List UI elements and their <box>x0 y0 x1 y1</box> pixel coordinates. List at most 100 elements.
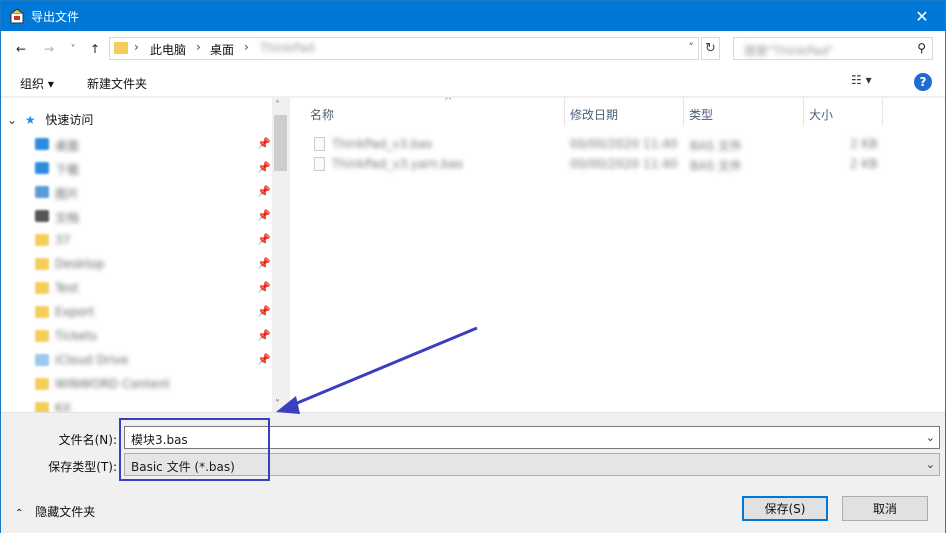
forward-button[interactable]: → <box>39 39 59 59</box>
chevron-down-icon[interactable]: ⌄ <box>926 458 935 471</box>
folder-icon <box>35 258 49 270</box>
tree-item[interactable]: iCloud Drive 📌 <box>35 352 275 370</box>
pin-icon[interactable]: 📌 <box>257 137 271 150</box>
file-icon <box>314 157 325 171</box>
tree-item[interactable]: WINWORD Content <box>35 376 275 394</box>
folder-icon <box>35 330 49 342</box>
tree-item[interactable]: 下载 📌 <box>35 160 275 178</box>
file-name: ThinkPad_v3.yarn.bas <box>332 157 463 171</box>
pin-icon[interactable]: 📌 <box>257 185 271 198</box>
folder-icon <box>35 234 49 246</box>
tree-item[interactable]: 桌面 📌 <box>35 136 275 154</box>
column-header-name[interactable]: 名称 ^ <box>304 98 565 126</box>
change-view-button[interactable]: ☷ ▾ <box>851 73 891 91</box>
refresh-button[interactable]: ↻ <box>701 37 720 60</box>
column-header-label: 名称 <box>310 108 335 122</box>
pin-icon[interactable]: 📌 <box>257 353 271 366</box>
navigation-bar: ← → ˅ ↑ › 此电脑 › 桌面 › ThinkPad ˅ ↻ 搜索"Thi… <box>1 31 945 67</box>
download-icon <box>35 162 49 174</box>
file-size: 2 KB <box>850 157 878 171</box>
tree-item-label: Kit <box>55 401 71 412</box>
column-header-date[interactable]: 修改日期 <box>564 98 684 126</box>
filename-label: 文件名(N): <box>58 433 117 447</box>
star-icon: ★ <box>24 113 36 127</box>
pin-icon[interactable]: 📌 <box>257 209 271 222</box>
file-icon <box>314 137 325 151</box>
back-button[interactable]: ← <box>11 39 31 59</box>
close-button[interactable]: ✕ <box>899 1 945 31</box>
tree-item-label: 图片 <box>55 187 80 201</box>
file-list: 名称 ^ 修改日期 类型 大小 ThinkPad_v3.bas 00/00/20… <box>290 98 945 412</box>
file-name: ThinkPad_v3.bas <box>332 137 433 151</box>
tree-item[interactable]: Test 📌 <box>35 280 275 298</box>
chevron-up-icon: ⌃ <box>15 508 24 519</box>
column-header-type[interactable]: 类型 <box>683 98 804 126</box>
quick-access-node[interactable]: ⌄ ★ 快速访问 <box>7 111 93 128</box>
address-dropdown-icon[interactable]: ˅ <box>689 41 695 54</box>
pin-icon[interactable]: 📌 <box>257 305 271 318</box>
hide-folders-toggle[interactable]: ⌃ 隐藏文件夹 <box>15 503 95 520</box>
file-row[interactable]: ThinkPad_v3.bas 00/00/2020 11:40 BAS 文件 … <box>310 134 890 154</box>
tree-item-label: 37 <box>55 233 71 247</box>
app-icon <box>10 8 24 24</box>
breadcrumb-this-pc[interactable]: 此电脑 <box>150 41 186 58</box>
tree-item-label: WINWORD Content <box>55 377 170 391</box>
address-bar[interactable]: › 此电脑 › 桌面 › ThinkPad ˅ <box>109 37 699 60</box>
help-button[interactable]: ? <box>914 73 932 91</box>
title-bar: 导出文件 ✕ <box>1 1 945 31</box>
file-type: BAS 文件 <box>690 159 742 173</box>
breadcrumb-desktop[interactable]: 桌面 <box>210 41 234 58</box>
scroll-up-icon[interactable]: ˄ <box>275 100 280 111</box>
tree-item-label: Test <box>55 281 79 295</box>
tree-item-label: Export <box>55 305 95 319</box>
search-input[interactable]: 搜索"ThinkPad" ⚲ <box>733 37 933 60</box>
breadcrumb-separator: › <box>134 40 139 54</box>
tree-item-label: 文档 <box>55 211 80 225</box>
annotation-highlight-box <box>119 418 270 481</box>
scrollbar-thumb[interactable] <box>274 115 287 171</box>
scroll-down-icon[interactable]: ˅ <box>275 399 280 410</box>
tree-item[interactable]: 37 📌 <box>35 232 275 250</box>
new-folder-button[interactable]: 新建文件夹 <box>87 75 147 92</box>
breadcrumb-separator: › <box>244 40 249 54</box>
cancel-button[interactable]: 取消 <box>842 496 928 521</box>
tree-item[interactable]: 文档 📌 <box>35 208 275 226</box>
hide-folders-label: 隐藏文件夹 <box>35 505 96 519</box>
pin-icon[interactable]: 📌 <box>257 161 271 174</box>
tree-item-label: Tickets <box>55 329 97 343</box>
file-row[interactable]: ThinkPad_v3.yarn.bas 00/00/2020 11:40 BA… <box>310 154 890 174</box>
save-button[interactable]: 保存(S) <box>742 496 828 521</box>
navigation-scrollbar[interactable]: ˄ ˅ <box>272 98 289 412</box>
tree-item-label: 下载 <box>55 163 80 177</box>
pictures-icon <box>35 186 49 198</box>
breadcrumb-current-folder[interactable]: ThinkPad <box>260 41 315 55</box>
folder-icon <box>35 402 49 412</box>
up-button[interactable]: ↑ <box>85 39 105 59</box>
chevron-down-icon[interactable]: ⌄ <box>7 113 21 127</box>
pin-icon[interactable]: 📌 <box>257 281 271 294</box>
file-date: 00/00/2020 11:40 <box>570 157 678 171</box>
pin-icon[interactable]: 📌 <box>257 257 271 270</box>
search-placeholder: 搜索"ThinkPad" <box>744 44 834 58</box>
tree-item-label: Desktop <box>55 257 105 271</box>
filetype-label: 保存类型(T): <box>48 460 117 474</box>
file-size: 2 KB <box>850 137 878 151</box>
organize-button[interactable]: 组织 ▾ <box>20 75 54 92</box>
folder-icon <box>35 378 49 390</box>
tree-item[interactable]: Kit <box>35 400 275 412</box>
cloud-icon <box>35 354 49 366</box>
pin-icon[interactable]: 📌 <box>257 329 271 342</box>
tree-item[interactable]: 图片 📌 <box>35 184 275 202</box>
pin-icon[interactable]: 📌 <box>257 233 271 246</box>
column-header-size[interactable]: 大小 <box>803 98 883 126</box>
breadcrumb-separator: › <box>196 40 201 54</box>
documents-icon <box>35 210 49 222</box>
folder-icon <box>35 306 49 318</box>
tree-item[interactable]: Desktop 📌 <box>35 256 275 274</box>
tree-item[interactable]: Tickets 📌 <box>35 328 275 346</box>
tree-item[interactable]: Export 📌 <box>35 304 275 322</box>
chevron-down-icon[interactable]: ⌄ <box>926 431 935 444</box>
sort-ascending-icon: ^ <box>444 98 453 107</box>
tree-item-label: iCloud Drive <box>55 353 129 367</box>
recent-locations-button[interactable]: ˅ <box>63 39 83 59</box>
